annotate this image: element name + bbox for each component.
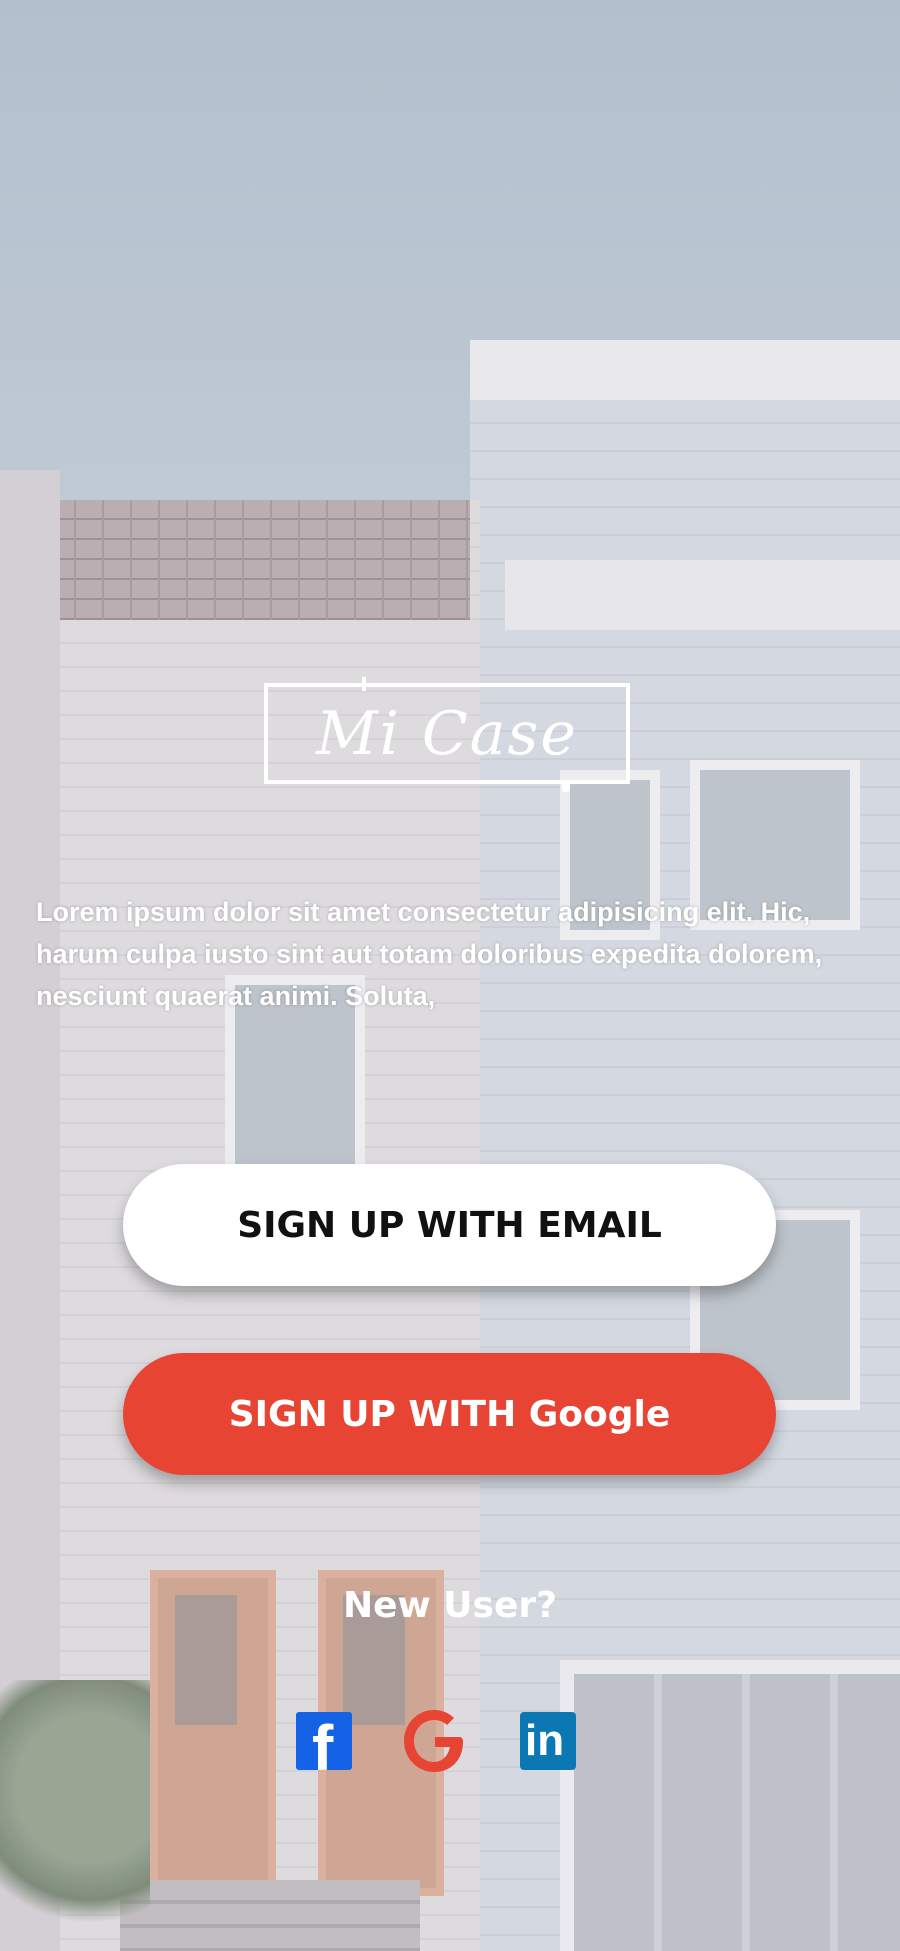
new-user-link[interactable]: New User? [0, 1585, 900, 1626]
sign-up-email-label: SIGN UP WITH EMAIL [237, 1204, 662, 1246]
logo-notch [562, 780, 570, 792]
logo-text: Mi Case [316, 698, 578, 769]
linkedin-icon[interactable]: in [520, 1712, 576, 1770]
brand-logo: Mi Case [264, 677, 630, 792]
sign-up-email-button[interactable]: SIGN UP WITH EMAIL [123, 1164, 776, 1286]
linkedin-glyph: in [525, 1716, 565, 1765]
sign-up-google-button[interactable]: SIGN UP WITH Google [123, 1353, 776, 1475]
intro-paragraph: Lorem ipsum dolor sit amet consectetur a… [36, 897, 823, 1011]
logo-notch [362, 677, 366, 691]
google-icon[interactable] [402, 1708, 466, 1774]
sign-up-google-label: SIGN UP WITH Google [228, 1393, 671, 1435]
facebook-glyph: f [312, 1712, 334, 1784]
google-g-icon [404, 1710, 463, 1772]
facebook-icon[interactable]: f [296, 1712, 352, 1780]
